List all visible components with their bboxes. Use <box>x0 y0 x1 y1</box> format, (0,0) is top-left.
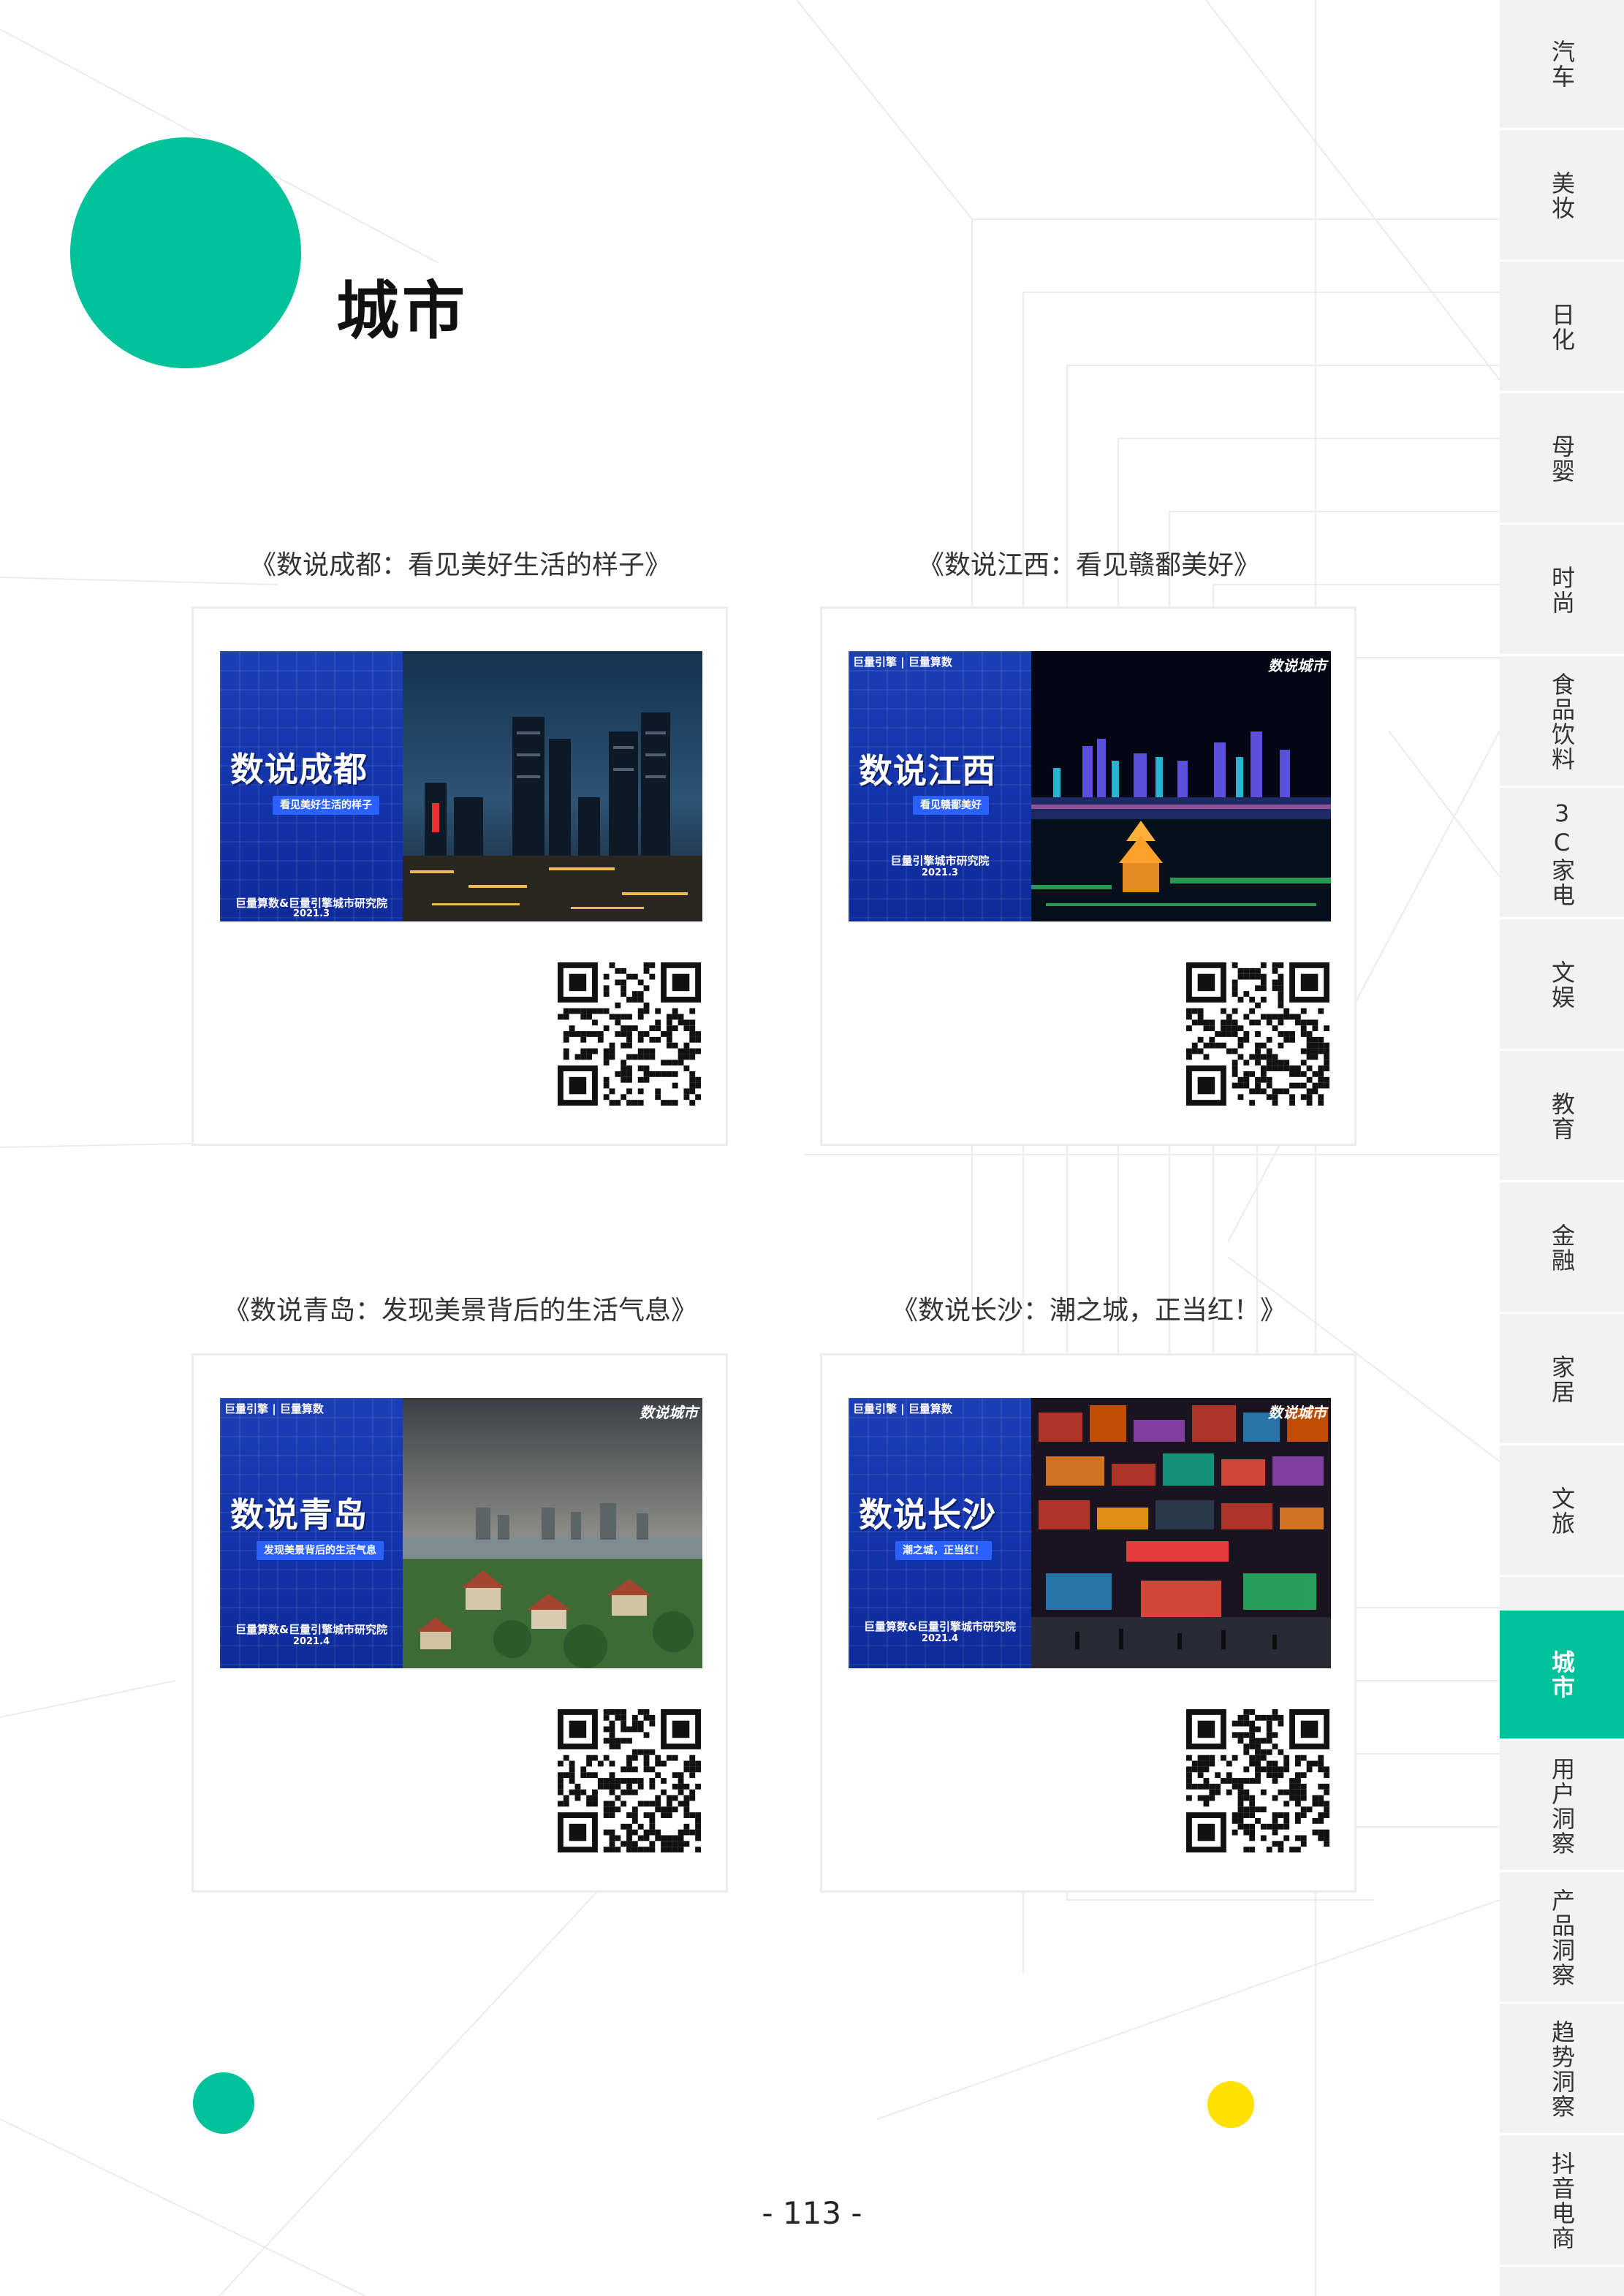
title-accent-circle <box>70 137 301 368</box>
sidebar-item-user-insight[interactable]: 用户洞察 <box>1500 1742 1624 1872</box>
cover-date: 2021.3 <box>921 867 959 878</box>
sidebar-item-label: 时尚 <box>1548 565 1576 615</box>
sidebar-item-label: 金融 <box>1548 1223 1576 1273</box>
sidebar-item-label: 3C家电 <box>1548 799 1576 908</box>
sidebar-item-label: 文旅 <box>1548 1486 1576 1536</box>
report-cover-chengdu[interactable]: 数说成都 看见美好生活的样子 巨量算数&巨量引擎城市研究院 2021.3 <box>220 651 702 921</box>
cover-title: 数说长沙 <box>859 1495 996 1535</box>
report-cover-qingdao[interactable]: 巨量引擎 | 巨量算数 数说城市 数说青岛 发现美景背后的生活气息 巨量算数&巨… <box>220 1398 702 1668</box>
report-caption-changsha: 《数说长沙：潮之城，正当红！》 <box>891 1296 1286 1326</box>
sidebar-item-entertainment[interactable]: 文娱 <box>1500 921 1624 1051</box>
report-card-jiangxi[interactable]: 巨量引擎 | 巨量算数 数说城市 数说江西 看见赣鄱美好 巨量引擎城市研究院 2… <box>820 607 1357 1146</box>
sidebar-item-label: 教育 <box>1548 1091 1576 1141</box>
qr-code-icon[interactable] <box>1186 1709 1329 1852</box>
qr-code-icon[interactable] <box>1186 962 1329 1106</box>
sidebar-item-product-insight[interactable]: 产品洞察 <box>1500 1874 1624 2004</box>
qr-code-icon[interactable] <box>558 962 701 1106</box>
sidebar-item-label: 文娱 <box>1548 959 1576 1010</box>
page-number: - 113 - <box>762 2195 862 2231</box>
cover-org: 巨量算数&巨量引擎城市研究院 <box>235 1623 388 1636</box>
sidebar-item-label: 城市 <box>1548 1649 1576 1700</box>
report-caption-jiangxi: 《数说江西：看见赣鄱美好》 <box>917 550 1260 580</box>
report-card-chengdu[interactable]: 数说成都 看见美好生活的样子 巨量算数&巨量引擎城市研究院 2021.3 <box>191 607 728 1146</box>
report-cover-changsha[interactable]: 巨量引擎 | 巨量算数 数说城市 数说长沙 潮之城，正当红！ 巨量算数&巨量引擎… <box>849 1398 1331 1668</box>
cover-subtitle: 看见美好生活的样子 <box>273 796 379 815</box>
sidebar-item-label: 产品洞察 <box>1548 1888 1576 1988</box>
cover-subtitle: 发现美景背后的生活气息 <box>257 1541 384 1560</box>
sidebar-item-education[interactable]: 教育 <box>1500 1052 1624 1182</box>
sidebar-item-maternal-baby[interactable]: 母婴 <box>1500 395 1624 525</box>
cover-date: 2021.4 <box>921 1633 959 1644</box>
sidebar-item-daily-chemicals[interactable]: 日化 <box>1500 263 1624 393</box>
report-caption-chengdu: 《数说成都：看见美好生活的样子》 <box>249 550 671 580</box>
sidebar-item-home[interactable]: 家居 <box>1500 1315 1624 1445</box>
cover-brand: 巨量引擎 | 巨量算数 <box>853 655 952 669</box>
cover-subtitle: 潮之城，正当红！ <box>895 1541 992 1560</box>
report-caption-qingdao: 《数说青岛：发现美景背后的生活气息》 <box>223 1296 697 1326</box>
sidebar-item-label: 汽车 <box>1548 39 1576 89</box>
cover-brand: 巨量引擎 | 巨量算数 <box>224 1402 324 1415</box>
sidebar-item-beauty[interactable]: 美妆 <box>1500 132 1624 262</box>
cover-brand: 巨量引擎 | 巨量算数 <box>853 1402 952 1415</box>
sidebar-item-label: 用户洞察 <box>1548 1756 1576 1856</box>
sidebar-item-label: 美妆 <box>1548 170 1576 221</box>
sidebar-item-label: 日化 <box>1548 302 1576 352</box>
cover-corner-label: 数说城市 <box>640 1404 698 1421</box>
cover-title: 数说江西 <box>859 751 996 791</box>
sidebar-item-label: 食品饮料 <box>1548 672 1576 772</box>
sidebar-item-culture-tourism[interactable]: 文旅 <box>1500 1447 1624 1577</box>
decorative-yellow-dot <box>1207 2081 1254 2128</box>
category-sidebar: 汽车 美妆 日化 母婴 时尚 食品饮料 3C家电 文娱 教育 金融 家居 文旅 … <box>1500 0 1624 2296</box>
sidebar-item-label: 家居 <box>1548 1354 1576 1404</box>
sidebar-item-food-beverage[interactable]: 食品饮料 <box>1500 658 1624 788</box>
report-card-qingdao[interactable]: 巨量引擎 | 巨量算数 数说城市 数说青岛 发现美景背后的生活气息 巨量算数&巨… <box>191 1353 728 1893</box>
cover-title: 数说成都 <box>230 750 368 789</box>
sidebar-item-label: 趋势洞察 <box>1548 2019 1576 2119</box>
sidebar-item-fashion[interactable]: 时尚 <box>1500 526 1624 656</box>
report-card-changsha[interactable]: 巨量引擎 | 巨量算数 数说城市 数说长沙 潮之城，正当红！ 巨量算数&巨量引擎… <box>820 1353 1357 1893</box>
report-cover-jiangxi[interactable]: 巨量引擎 | 巨量算数 数说城市 数说江西 看见赣鄱美好 巨量引擎城市研究院 2… <box>849 651 1331 921</box>
sidebar-item-city[interactable]: 城市 <box>1500 1611 1624 1741</box>
section-title: 城市 <box>336 275 468 348</box>
cover-date: 2021.3 <box>292 908 330 919</box>
decorative-green-dot <box>193 2072 254 2134</box>
sidebar-item-label: 母婴 <box>1548 433 1576 484</box>
cover-org: 巨量算数&巨量引擎城市研究院 <box>863 1620 1017 1633</box>
sidebar-item-auto[interactable]: 汽车 <box>1500 0 1624 130</box>
sidebar-item-3c-appliances[interactable]: 3C家电 <box>1500 789 1624 919</box>
cover-subtitle: 看见赣鄱美好 <box>913 796 989 815</box>
qr-code-icon[interactable] <box>558 1709 701 1852</box>
sidebar-item-finance[interactable]: 金融 <box>1500 1184 1624 1314</box>
cover-corner-label: 数说城市 <box>1268 657 1327 674</box>
cover-org: 巨量引擎城市研究院 <box>890 854 990 867</box>
cover-date: 2021.4 <box>292 1636 330 1647</box>
cover-corner-label: 数说城市 <box>1268 1404 1327 1421</box>
sidebar-item-trend-insight[interactable]: 趋势洞察 <box>1500 2005 1624 2135</box>
cover-title: 数说青岛 <box>230 1495 368 1535</box>
